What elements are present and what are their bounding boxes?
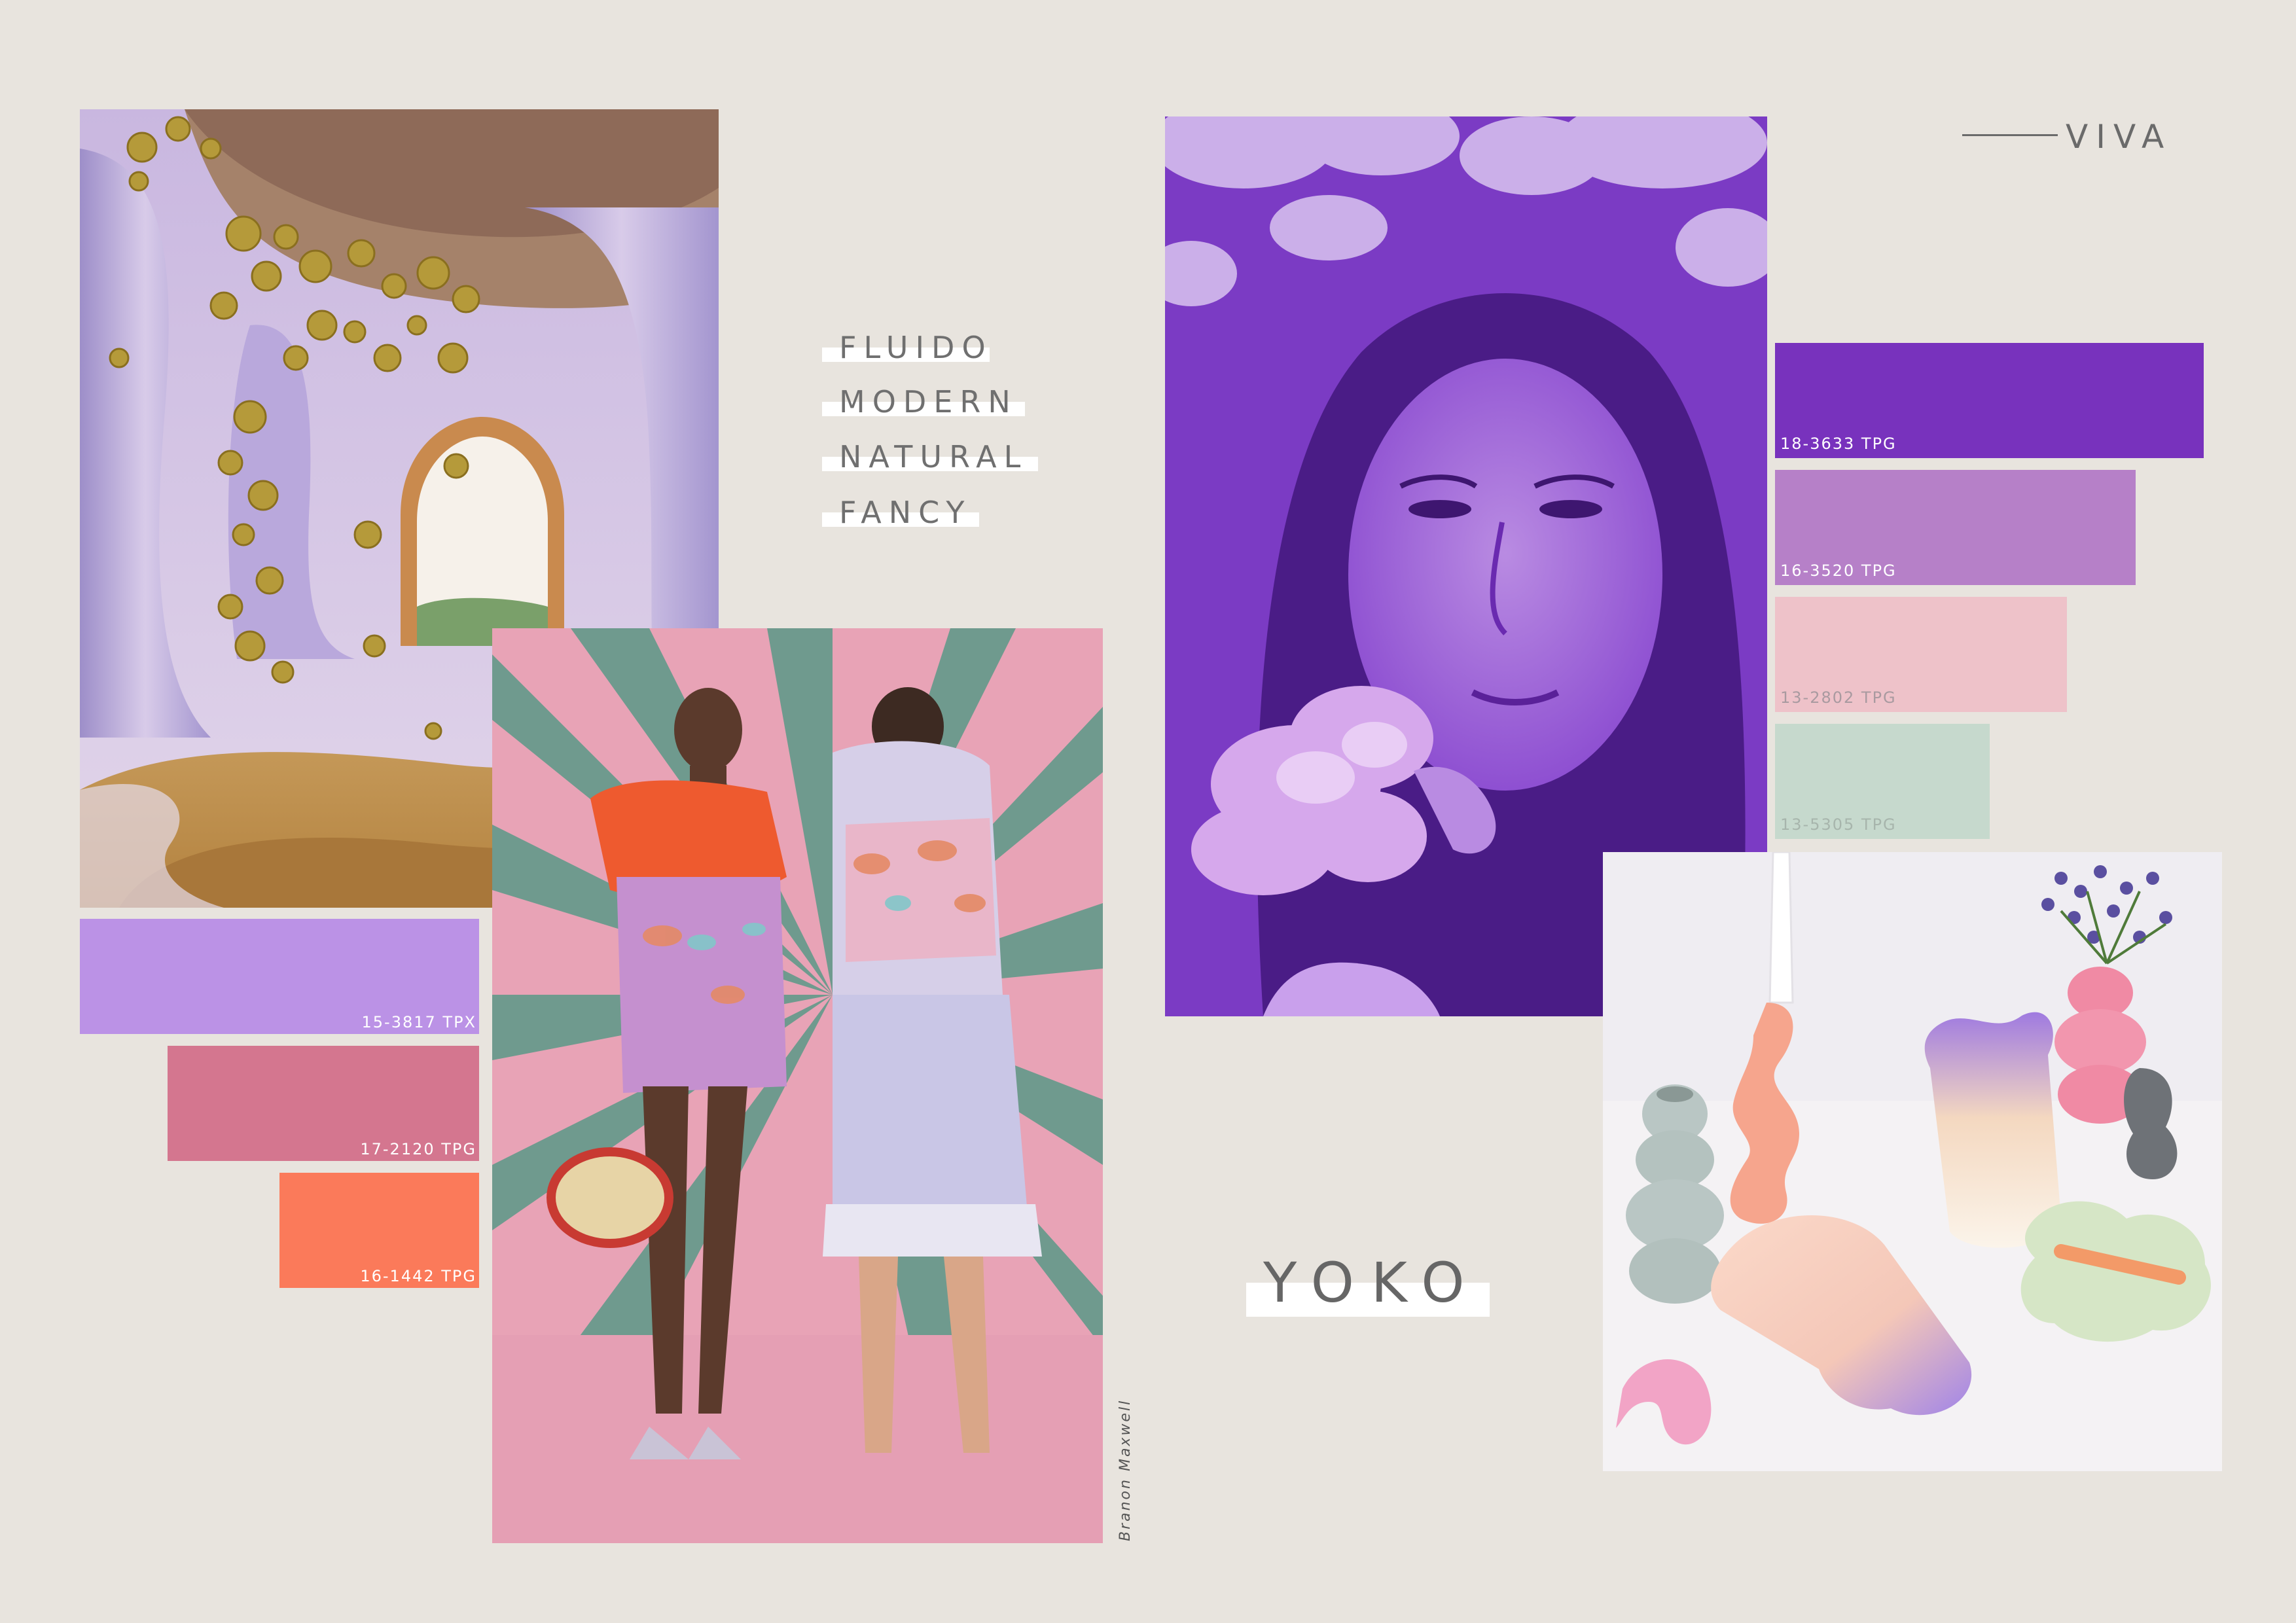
swatch-code: 17-2120 TPG	[360, 1140, 476, 1158]
page-title: YOKO	[1263, 1251, 1482, 1315]
color-swatch-coral: 16-1442 TPG	[279, 1173, 479, 1288]
color-swatch-violet: 18-3633 TPG	[1775, 343, 2204, 458]
swatch-code: 15-3817 TPX	[361, 1013, 476, 1031]
color-swatch-blush: 13-2802 TPG	[1775, 597, 2067, 712]
swatch-code: 18-3633 TPG	[1780, 435, 1897, 453]
color-swatch-orchid: 16-3520 TPG	[1775, 470, 2136, 585]
swatch-code: 13-5305 TPG	[1780, 815, 1897, 834]
color-swatch-lilac: 15-3817 TPX	[80, 919, 479, 1034]
photo-credit: Branon Maxwell	[1117, 1399, 1134, 1541]
swatch-code: 13-2802 TPG	[1780, 688, 1897, 707]
color-swatch-sage: 13-5305 TPG	[1775, 724, 1990, 839]
swatch-code: 16-3520 TPG	[1780, 562, 1897, 580]
fashion-photo	[492, 628, 1103, 1543]
ceramics-photo	[1603, 852, 2222, 1471]
keyword-modern: MODERN	[839, 384, 1018, 419]
color-swatch-rose: 17-2120 TPG	[168, 1046, 479, 1161]
keyword-natural: NATURAL	[839, 439, 1028, 474]
swatch-code: 16-1442 TPG	[360, 1267, 476, 1285]
keyword-fancy: FANCY	[839, 495, 972, 530]
keyword-fluido: FLUIDO	[839, 330, 993, 365]
corner-label: VIVA	[2066, 118, 2172, 156]
corner-rule	[1962, 134, 2058, 136]
